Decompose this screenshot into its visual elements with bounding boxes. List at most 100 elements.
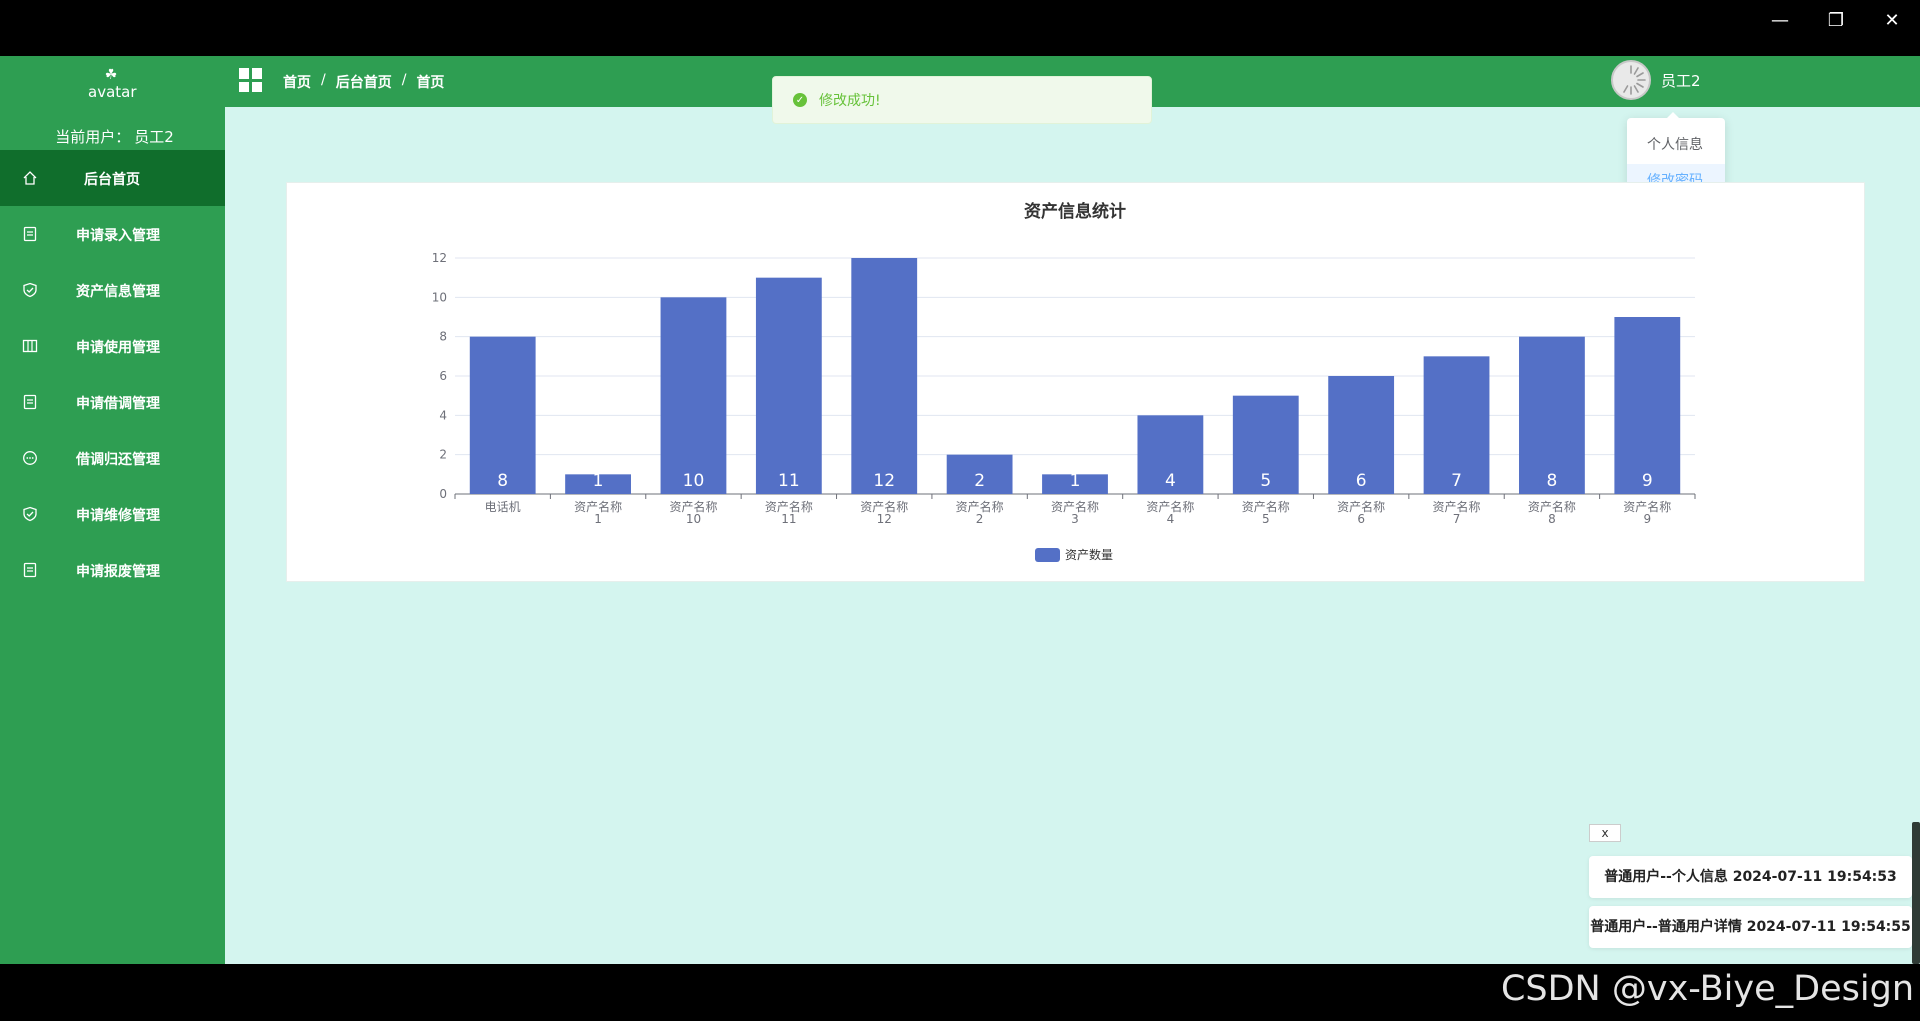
notification-close-button[interactable]: x [1589,824,1621,842]
sidebar-item-transfer-return[interactable]: 借调归还管理 [0,430,225,486]
x-tick-label: 2 [976,512,984,526]
bottom-bar: CSDN @vx-Biye_Design [0,964,1920,1021]
breadcrumb-separator: / [321,72,326,88]
x-tick-label: 7 [1453,512,1461,526]
home-icon [23,171,37,185]
sidebar-item-scrap-application[interactable]: 申请报废管理 [0,542,225,598]
window-controls: — ❐ ✕ [1752,0,1920,40]
y-tick-label: 0 [439,487,447,501]
sidebar-item-label: 申请录入管理 [76,228,160,244]
sidebar-item-dashboard[interactable]: 后台首页 [0,150,225,206]
bar-data-label: 1 [593,471,604,491]
bar-data-label: 9 [1642,471,1653,491]
sidebar-item-label: 申请报废管理 [76,564,160,580]
x-tick-label: 3 [1071,512,1079,526]
bar-data-label: 5 [1260,471,1271,491]
document-icon [23,394,37,410]
bar [1614,317,1681,494]
leaf-icon: ☘ [104,67,118,83]
document-icon [23,562,37,578]
close-window-button[interactable]: ✕ [1864,0,1920,40]
chat-bubble-icon [23,451,37,465]
sidebar-item-label: 资产信息管理 [76,284,160,300]
dropdown-item-profile[interactable]: 个人信息 [1627,128,1725,162]
check-circle-icon: ✓ [793,93,807,107]
notification-item[interactable]: 普通用户--普通用户详情 2024-07-11 19:54:55 [1589,906,1912,948]
bar-data-label: 1 [1070,471,1081,491]
logo-text: avatar [88,83,137,101]
sidebar-item-usage-application[interactable]: 申请使用管理 [0,318,225,374]
x-tick-label: 10 [686,512,701,526]
breadcrumb-item-current: 首页 [416,75,445,91]
bar [755,277,822,494]
x-tick-label: 电话机 [485,500,521,514]
toast-message: 修改成功! [819,93,881,109]
header-user-name[interactable]: 员工2 [1661,70,1701,91]
x-tick-label: 11 [781,512,796,526]
bar-data-label: 2 [974,471,985,491]
x-tick-label: 6 [1357,512,1365,526]
chart-card: 资产信息统计 0 2 4 6 8 10 12 8 电话机 1 资产名称 1 10 资产名称 10 11 资产名称 1… [286,182,1865,582]
bar-data-label: 4 [1165,471,1176,491]
x-tick-label: 12 [877,512,892,526]
success-toast: ✓ 修改成功! [772,76,1152,124]
current-user: 当前用户： 员工2 [0,126,225,147]
notification-item[interactable]: 普通用户--个人信息 2024-07-11 19:54:53 [1589,856,1912,898]
bar [660,297,727,494]
logo: ☘ avatar [88,67,137,102]
user-menu-trigger[interactable]: 员工2 [1611,60,1701,100]
window-titlebar: — ❐ ✕ [0,0,1920,56]
bar-data-label: 11 [778,471,800,491]
sidebar-item-label: 后台首页 [84,172,140,188]
bar-data-label: 12 [873,471,895,491]
restore-button[interactable]: ❐ [1808,0,1864,40]
breadcrumb-item-home[interactable]: 首页 [283,72,311,92]
x-tick-label: 9 [1643,512,1651,526]
sidebar-item-asset-info[interactable]: 资产信息管理 [0,262,225,318]
current-user-name: 员工2 [134,128,174,146]
legend-label: 资产数量 [1065,547,1113,562]
document-icon [23,226,37,242]
app-area: ☘ avatar 当前用户： 员工2 后台首页 申请录入管理 资产信息管理 申请使… [0,56,1920,964]
legend-swatch [1035,548,1060,562]
y-tick-label: 6 [439,369,447,383]
sidebar-menu: 后台首页 申请录入管理 资产信息管理 申请使用管理 申请借调管理 借调归还管理 [0,150,225,598]
y-tick-label: 12 [432,251,447,265]
sidebar-item-transfer-application[interactable]: 申请借调管理 [0,374,225,430]
bar-data-label: 7 [1451,471,1462,491]
x-tick-label: 8 [1548,512,1556,526]
x-tick-label: 1 [594,512,602,526]
sidebar-item-application-entry[interactable]: 申请录入管理 [0,206,225,262]
breadcrumb-separator: / [401,72,407,88]
breadcrumb: 首页 / 后台首页 / 首页 [283,72,444,92]
bar-data-label: 10 [683,471,705,491]
shield-check-icon [23,506,37,522]
watermark: CSDN @vx-Biye_Design [1500,969,1914,1009]
sidebar-item-label: 申请维修管理 [76,508,160,524]
bar-data-label: 8 [1547,471,1558,491]
sidebar-item-label: 申请借调管理 [76,396,160,412]
current-user-label: 当前用户： [55,128,131,146]
minimize-button[interactable]: — [1752,0,1808,40]
avatar[interactable] [1611,60,1651,100]
y-tick-label: 4 [439,408,447,422]
notification-scrollbar[interactable] [1912,822,1920,964]
shield-check-icon [23,282,37,298]
x-tick-label: 5 [1262,512,1270,526]
sidebar-item-label: 申请使用管理 [76,340,160,356]
x-tick-label: 4 [1167,512,1175,526]
grid-menu-icon[interactable] [239,68,263,92]
y-tick-label: 10 [432,290,447,304]
y-tick-label: 2 [439,448,447,462]
breadcrumb-item-dashboard[interactable]: 后台首页 [336,72,392,92]
y-tick-label: 8 [439,330,447,344]
bar [851,258,918,494]
loading-spinner-icon [1623,65,1646,95]
chart-title: 资产信息统计 [1024,201,1126,222]
sidebar: ☘ avatar 当前用户： 员工2 后台首页 申请录入管理 资产信息管理 申请使… [0,56,225,964]
columns-icon [22,339,38,353]
sidebar-item-label: 借调归还管理 [76,452,160,468]
bar-data-label: 6 [1356,471,1367,491]
sidebar-item-repair-application[interactable]: 申请维修管理 [0,486,225,542]
bar-data-label: 8 [497,471,508,491]
